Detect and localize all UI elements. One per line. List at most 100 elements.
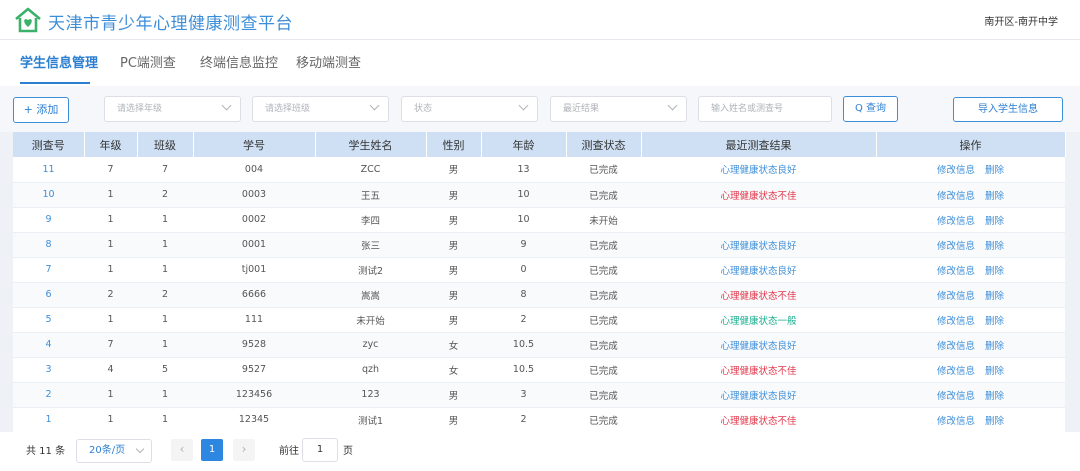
delete-link[interactable]: 删除	[985, 291, 1004, 302]
grade-select[interactable]: 请选择年级	[104, 96, 241, 122]
page-number-current[interactable]: 1	[201, 439, 223, 461]
chevron-down-icon	[369, 100, 380, 111]
add-button[interactable]: + 添加	[13, 97, 69, 123]
student-no-cell: 9528	[193, 332, 315, 358]
page-size-select[interactable]: 20条/页	[76, 439, 152, 463]
import-students-button[interactable]: 导入学生信息	[953, 97, 1063, 122]
latest-result-cell: 心理健康状态不佳	[641, 282, 876, 308]
test-id-cell[interactable]: 4	[13, 332, 84, 358]
next-page-button[interactable]: ›	[233, 439, 255, 461]
table-row: 10 1 2 0003 王五男 10 已完成 心理健康状态不佳 修改信息 删除	[13, 182, 1065, 208]
delete-link[interactable]: 删除	[985, 165, 1004, 176]
student-no-cell: 0002	[193, 207, 315, 233]
student-name-cell: qzh	[315, 357, 426, 383]
test-id-cell[interactable]: 9	[13, 207, 84, 233]
student-name-cell: 123	[315, 382, 426, 408]
actions-cell: 修改信息 删除	[876, 307, 1065, 333]
search-input[interactable]: 输入姓名或测查号	[698, 96, 832, 122]
edit-info-link[interactable]: 修改信息	[937, 266, 975, 277]
page-size-value: 20条/页	[89, 445, 126, 456]
age-cell: 2	[481, 307, 566, 333]
actions-cell: 修改信息 删除	[876, 282, 1065, 308]
column-header: 学号	[193, 132, 316, 157]
edit-info-link[interactable]: 修改信息	[937, 191, 975, 202]
chevron-down-icon	[221, 100, 232, 111]
test-id-cell[interactable]: 8	[13, 232, 84, 258]
tab-student-info[interactable]: 学生信息管理	[20, 52, 98, 71]
delete-link[interactable]: 删除	[985, 241, 1004, 252]
student-no-cell: 9527	[193, 357, 315, 383]
grade-cell: 1	[84, 407, 137, 433]
result-select[interactable]: 最近结果	[550, 96, 687, 122]
goto-page-input[interactable]: 1	[302, 438, 338, 462]
column-header: 性别	[426, 132, 482, 157]
test-id-cell[interactable]: 11	[13, 157, 84, 183]
age-cell: 9	[481, 232, 566, 258]
delete-link[interactable]: 删除	[985, 366, 1004, 377]
latest-result-cell: 心理健康状态良好	[641, 157, 876, 183]
delete-link[interactable]: 删除	[985, 341, 1004, 352]
table-row: 5 1 1 111 未开始男 2 已完成 心理健康状态一般 修改信息 删除	[13, 307, 1065, 333]
test-id-cell[interactable]: 7	[13, 257, 84, 283]
class-select[interactable]: 请选择班级	[252, 96, 389, 122]
actions-cell: 修改信息 删除	[876, 257, 1065, 283]
prev-page-button[interactable]: ‹	[171, 439, 193, 461]
table-row: 4 7 1 9528 zyc 女 10.5 已完成 心理健康状态良好 修改信息 删除	[13, 332, 1065, 358]
table-row: 3 4 5 9527 qzh 女 10.5 已完成 心理健康状态不佳 修改信息 删除	[13, 357, 1065, 383]
school-name: 南开区-南开中学	[984, 17, 1058, 28]
class-cell: 1	[137, 207, 193, 233]
chevron-down-icon	[518, 100, 529, 111]
student-no-cell: 111	[193, 307, 315, 333]
total-count: 共 11 条	[26, 446, 66, 457]
test-id-cell[interactable]: 2	[13, 382, 84, 408]
actions-cell: 修改信息 删除	[876, 382, 1065, 408]
test-id-cell[interactable]: 10	[13, 182, 84, 208]
column-header: 班级	[137, 132, 194, 157]
table-row: 9 1 1 0002 李四男 10 未开始 修改信息 删除	[13, 207, 1065, 233]
column-header: 测查号	[13, 132, 85, 157]
class-select-placeholder: 请选择班级	[265, 104, 311, 114]
table-header-row: 测查号 年级 班级 学号 学生姓名 性别 年龄 测查状态 最近测查结果 操作	[13, 132, 1066, 157]
age-cell: 10	[481, 182, 566, 208]
search-button[interactable]: Q 查询	[843, 96, 898, 122]
delete-link[interactable]: 删除	[985, 391, 1004, 402]
student-name-cell: 李四	[315, 207, 426, 233]
delete-link[interactable]: 删除	[985, 416, 1004, 427]
edit-info-link[interactable]: 修改信息	[937, 216, 975, 227]
grade-cell: 1	[84, 307, 137, 333]
test-id-cell[interactable]: 1	[13, 407, 84, 433]
delete-link[interactable]: 删除	[985, 316, 1004, 327]
tab-terminal-monitor[interactable]: 终端信息监控	[200, 52, 278, 71]
age-cell: 10.5	[481, 357, 566, 383]
edit-info-link[interactable]: 修改信息	[937, 416, 975, 427]
test-status-cell: 已完成	[566, 232, 641, 258]
latest-result-cell: 心理健康状态一般	[641, 307, 876, 333]
edit-info-link[interactable]: 修改信息	[937, 241, 975, 252]
edit-info-link[interactable]: 修改信息	[937, 341, 975, 352]
tab-mobile-test[interactable]: 移动端测查	[296, 52, 361, 71]
tab-pc-test[interactable]: PC端测查	[120, 52, 176, 71]
result-select-placeholder: 最近结果	[563, 104, 600, 114]
pagination: 共 11 条 20条/页 ‹ 1 › 前往 1 页	[0, 432, 1080, 471]
test-id-cell[interactable]: 5	[13, 307, 84, 333]
status-select[interactable]: 状态	[401, 96, 538, 122]
gender-cell: 男	[426, 307, 481, 333]
delete-link[interactable]: 删除	[985, 266, 1004, 277]
latest-result-cell: 心理健康状态不佳	[641, 407, 876, 433]
edit-info-link[interactable]: 修改信息	[937, 165, 975, 176]
table-row: 2 1 1 123456 123 男 3 已完成 心理健康状态良好 修改信息 删除	[13, 382, 1065, 408]
test-id-cell[interactable]: 6	[13, 282, 84, 308]
edit-info-link[interactable]: 修改信息	[937, 316, 975, 327]
delete-link[interactable]: 删除	[985, 216, 1004, 227]
test-id-cell[interactable]: 3	[13, 357, 84, 383]
delete-link[interactable]: 删除	[985, 191, 1004, 202]
latest-result-cell: 心理健康状态良好	[641, 332, 876, 358]
status-select-placeholder: 状态	[414, 104, 433, 114]
edit-info-link[interactable]: 修改信息	[937, 291, 975, 302]
gender-cell: 男	[426, 182, 481, 208]
latest-result-cell: 心理健康状态良好	[641, 232, 876, 258]
class-cell: 1	[137, 232, 193, 258]
edit-info-link[interactable]: 修改信息	[937, 391, 975, 402]
edit-info-link[interactable]: 修改信息	[937, 366, 975, 377]
age-cell: 3	[481, 382, 566, 408]
